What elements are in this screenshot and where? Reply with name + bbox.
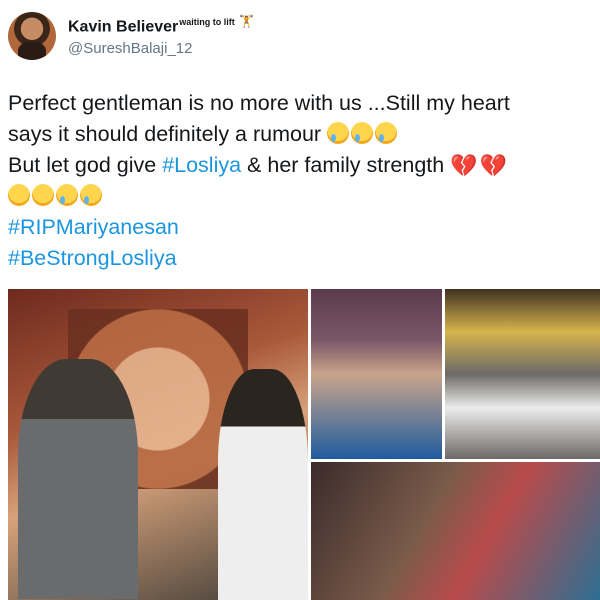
crying-face-icon — [351, 122, 374, 144]
tweet-text: Perfect gentleman is no more with us ...… — [8, 88, 593, 274]
hashtag-bestrong[interactable]: #BeStrongLosliya — [8, 243, 593, 274]
crying-face-icon — [56, 184, 78, 206]
display-name[interactable]: Kavin Believer — [68, 18, 178, 35]
person-figure — [18, 359, 138, 599]
tweet-line-3-suffix: & her family strength — [241, 153, 445, 177]
broken-heart-icon: 💔 — [450, 153, 478, 178]
tweet-line-1: Perfect gentleman is no more with us ...… — [8, 91, 510, 115]
crying-face-icon — [80, 184, 102, 206]
pensive-face-icon — [32, 184, 54, 206]
crying-face-icon — [327, 122, 350, 144]
photo-host[interactable] — [445, 289, 600, 459]
media-grid — [8, 289, 600, 600]
tweet-header: Kavin Believerwaiting to lift 🏋 @SureshB… — [8, 12, 598, 72]
hashtag-rip[interactable]: #RIPMariyanesan — [8, 212, 593, 243]
tweet-line-3: But let god give #Losliya & her family s… — [8, 150, 593, 181]
hashtag-losliya[interactable]: #Losliya — [162, 153, 241, 177]
photo-woman[interactable] — [311, 289, 442, 459]
user-handle[interactable]: @SureshBalaji_12 — [68, 40, 192, 57]
name-suffix: waiting to lift — [179, 17, 235, 27]
broken-heart-icon: 💔 — [479, 153, 508, 178]
tweet-line-2: says it should definitely a rumour — [8, 119, 593, 150]
avatar[interactable] — [8, 12, 56, 60]
weight-lifter-icon: 🏋 — [239, 14, 255, 28]
photo-hug[interactable] — [8, 289, 308, 600]
crying-face-icon — [375, 122, 398, 144]
tweet-line-3-prefix: But let god give — [8, 153, 163, 177]
pensive-face-icon — [8, 184, 30, 206]
name-row: Kavin Believerwaiting to lift 🏋 — [68, 14, 254, 36]
photo-audience[interactable] — [311, 462, 600, 600]
person-figure — [218, 369, 308, 600]
tweet-line-2-text: says it should definitely a rumour — [8, 122, 322, 146]
tweet-line-4 — [8, 181, 593, 212]
